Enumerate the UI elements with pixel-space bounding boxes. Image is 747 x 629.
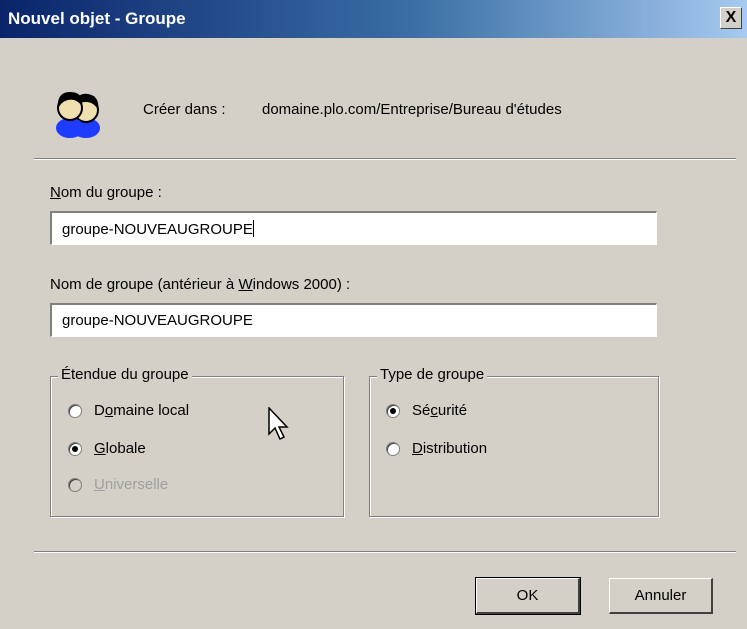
group-name-pre2000-field[interactable]: groupe-NOUVEAUGROUPE: [50, 303, 657, 337]
radio-button-checked-icon: [386, 403, 400, 418]
group-users-icon: [56, 92, 100, 138]
radio-button-checked-icon: [68, 441, 82, 456]
radio-label: Distribution: [412, 440, 488, 457]
separator-bottom: [34, 551, 736, 553]
radio-button-icon: [68, 403, 82, 418]
text-caret: [252, 220, 254, 237]
group-scope-title: Étendue du groupe: [58, 366, 192, 383]
radio-securite[interactable]: Sécurité: [386, 402, 467, 419]
cancel-button[interactable]: Annuler: [609, 578, 713, 614]
separator-top: [34, 158, 736, 160]
radio-label: Globale: [94, 440, 146, 457]
create-in-label: Créer dans :: [143, 101, 226, 118]
radio-distribution[interactable]: Distribution: [386, 440, 487, 457]
radio-label: Domaine local: [94, 402, 190, 419]
group-name-label: Nom du groupe :: [50, 184, 162, 201]
radio-domaine-local[interactable]: Domaine local: [68, 402, 189, 419]
dialog-title: Nouvel objet - Groupe: [8, 9, 186, 28]
mouse-cursor-icon: [268, 407, 289, 441]
title-bar: Nouvel objet - Groupe X: [0, 0, 747, 38]
group-type-title: Type de groupe: [377, 366, 488, 383]
radio-label: Universelle: [94, 476, 169, 493]
close-icon: X: [725, 9, 737, 26]
create-in-path: domaine.plo.com/Entreprise/Bureau d'étud…: [262, 101, 562, 118]
radio-globale[interactable]: Globale: [68, 440, 146, 457]
group-name-pre2000-label: Nom de groupe (antérieur à Windows 2000)…: [50, 276, 351, 293]
radio-button-icon: [68, 477, 82, 492]
ok-button[interactable]: OK: [475, 577, 581, 615]
group-name-field[interactable]: groupe-NOUVEAUGROUPE: [50, 211, 657, 245]
radio-button-icon: [386, 441, 400, 456]
radio-label: Sécurité: [412, 402, 468, 419]
close-button[interactable]: X: [720, 7, 742, 29]
radio-universelle: Universelle: [68, 476, 168, 493]
